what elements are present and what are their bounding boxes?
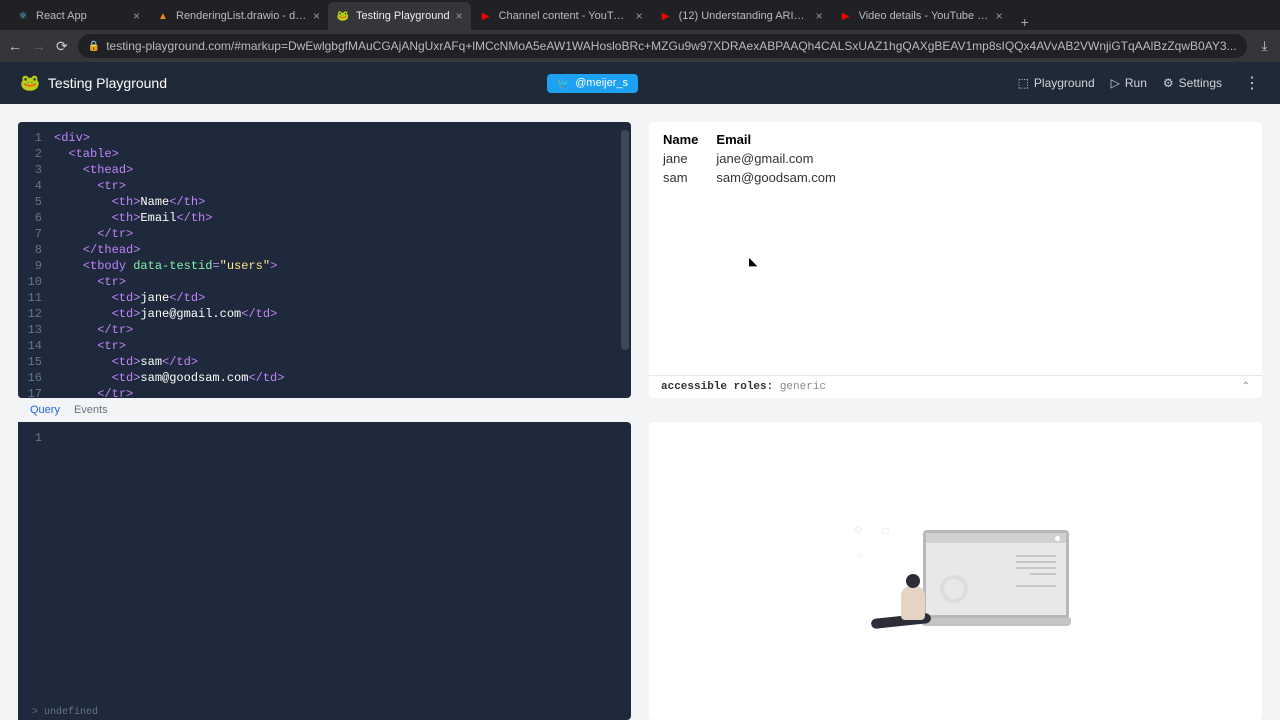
close-icon[interactable]: × <box>816 9 823 23</box>
play-icon: ▷ <box>1111 76 1120 90</box>
twitter-icon: 🐦 <box>557 77 571 90</box>
result-undefined: > undefined <box>32 707 98 718</box>
code-area[interactable]: <div> <table> <thead> <tr> <th>Name</th>… <box>48 122 631 398</box>
result-panel: ◇ □ ○ <box>649 422 1262 720</box>
kebab-menu-icon[interactable]: ⋮ <box>1238 73 1260 93</box>
tab-title: React App <box>36 10 127 22</box>
query-tabs: Query Events <box>18 404 1262 416</box>
main-content: 1234567891011121314151617 <div> <table> … <box>0 104 1280 720</box>
mouse-cursor-icon: ◣ <box>749 255 757 268</box>
close-icon[interactable]: × <box>313 9 320 23</box>
favicon-icon: ▲ <box>156 9 170 23</box>
nav-settings[interactable]: ⚙ Settings <box>1163 76 1222 90</box>
nav-reload-icon[interactable]: ⟳ <box>56 38 68 55</box>
query-editor[interactable]: 1 > undefined <box>18 422 631 720</box>
url-input[interactable]: 🔒 testing-playground.com/#markup=DwEwlgb… <box>78 34 1247 58</box>
browser-tab[interactable]: 🐸 Testing Playground × <box>328 2 471 30</box>
gear-icon: ⚙ <box>1163 76 1174 90</box>
favicon-icon: ▶ <box>659 9 673 23</box>
browser-tab[interactable]: ⚛ React App × <box>8 2 148 30</box>
browser-tab-bar: ⚛ React App × ▲ RenderingList.drawio - draw.… <box>0 0 1280 30</box>
close-icon[interactable]: × <box>133 9 140 23</box>
table-cell: jane <box>663 149 716 168</box>
tab-title: RenderingList.drawio - draw. <box>176 10 307 22</box>
close-icon[interactable]: × <box>456 9 463 23</box>
tab-query[interactable]: Query <box>30 404 60 416</box>
table-row[interactable]: samsam@goodsam.com <box>663 168 854 187</box>
close-icon[interactable]: × <box>636 9 643 23</box>
nav-forward-icon[interactable]: → <box>32 38 46 54</box>
accessible-roles-bar[interactable]: accessible roles: generic ⌃ <box>649 375 1262 398</box>
table-header: Email <box>716 130 853 149</box>
markup-editor[interactable]: 1234567891011121314151617 <div> <table> … <box>18 122 631 398</box>
lock-icon: 🔒 <box>88 41 100 52</box>
favicon-icon: ▶ <box>479 9 493 23</box>
frog-icon: 🐸 <box>20 73 40 93</box>
favicon-icon: ⚛ <box>16 9 30 23</box>
accessible-roles-label: accessible roles: <box>661 381 773 393</box>
tab-title: Testing Playground <box>356 10 450 22</box>
app-logo[interactable]: 🐸 Testing Playground <box>20 73 167 93</box>
app-title: Testing Playground <box>48 75 167 91</box>
scrollbar[interactable] <box>621 130 629 350</box>
tab-title: Video details - YouTube Studio <box>859 10 990 22</box>
chevron-up-icon[interactable]: ⌃ <box>1242 381 1250 393</box>
preview-table: NameEmail janejane@gmail.comsamsam@goods… <box>663 130 854 187</box>
toolbar-icons: ⤓ ⇧ ☆ ◐ ◉ ✎ ✦ ▤ ◧ ⚙ ⋮ <box>1257 38 1280 54</box>
preview-panel: NameEmail janejane@gmail.comsamsam@goods… <box>649 122 1262 398</box>
close-icon[interactable]: × <box>996 9 1003 23</box>
favicon-icon: 🐸 <box>336 9 350 23</box>
browser-tab[interactable]: ▶ Video details - YouTube Studio × <box>831 2 1011 30</box>
nav-back-icon[interactable]: ← <box>8 38 22 54</box>
table-cell: sam@goodsam.com <box>716 168 853 187</box>
line-gutter: 1234567891011121314151617 <box>18 122 48 398</box>
table-row[interactable]: janejane@gmail.com <box>663 149 854 168</box>
table-header: Name <box>663 130 716 149</box>
url-text: testing-playground.com/#markup=DwEwlgbgf… <box>106 39 1236 53</box>
tab-title: Channel content - YouTube St <box>499 10 630 22</box>
empty-state-illustration: ◇ □ ○ <box>841 516 1071 626</box>
new-tab-button[interactable]: + <box>1011 14 1039 30</box>
twitter-handle: @meijer_s <box>575 77 628 89</box>
twitter-button[interactable]: 🐦 @meijer_s <box>547 74 638 93</box>
table-cell: sam <box>663 168 716 187</box>
nav-run[interactable]: ▷ Run <box>1111 76 1147 90</box>
browser-tab[interactable]: ▶ Channel content - YouTube St × <box>471 2 651 30</box>
table-cell: jane@gmail.com <box>716 149 853 168</box>
line-gutter: 1 <box>18 422 48 720</box>
preview-body[interactable]: NameEmail janejane@gmail.comsamsam@goods… <box>649 122 1262 375</box>
accessible-roles-value: generic <box>780 381 826 393</box>
browser-tab[interactable]: ▶ (12) Understanding ARIA Role × <box>651 2 831 30</box>
app-header: 🐸 Testing Playground 🐦 @meijer_s ⬚ Playg… <box>0 62 1280 104</box>
playground-icon: ⬚ <box>1018 76 1029 90</box>
tab-events[interactable]: Events <box>74 404 108 416</box>
tab-title: (12) Understanding ARIA Role <box>679 10 810 22</box>
favicon-icon: ▶ <box>839 9 853 23</box>
code-area[interactable] <box>48 422 631 720</box>
nav-playground[interactable]: ⬚ Playground <box>1018 76 1095 90</box>
download-icon[interactable]: ⤓ <box>1257 38 1273 54</box>
browser-address-bar: ← → ⟳ 🔒 testing-playground.com/#markup=D… <box>0 30 1280 62</box>
browser-tab[interactable]: ▲ RenderingList.drawio - draw. × <box>148 2 328 30</box>
